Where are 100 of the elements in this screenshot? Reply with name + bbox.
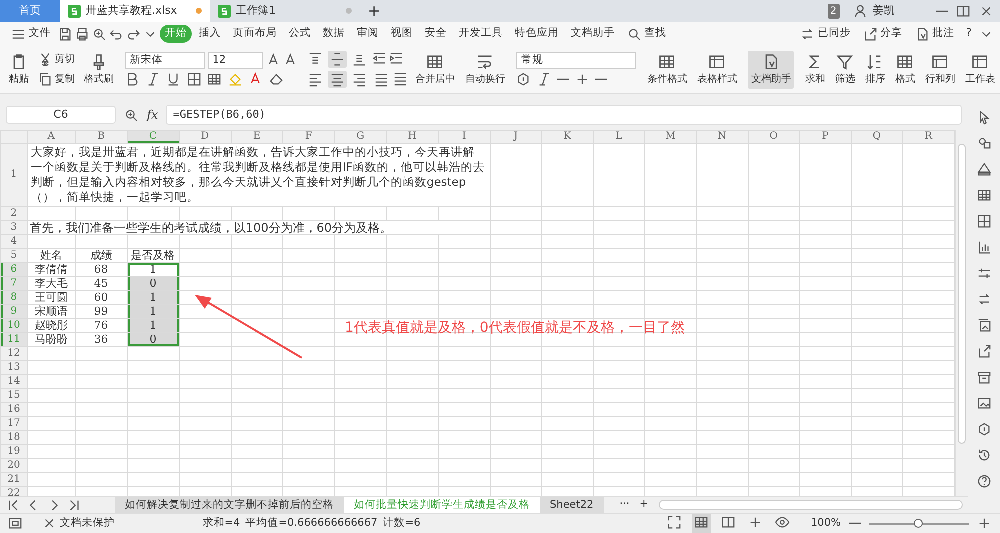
bar-chart-icon	[976, 240, 992, 255]
column-header[interactable]: F	[282, 130, 335, 144]
document-assistant-button[interactable]: 文档助手	[748, 50, 794, 88]
count-text: 计数=6	[383, 516, 421, 531]
sync-button[interactable]: 已同步	[795, 25, 856, 43]
format-painter-button[interactable]: 格式刷	[81, 50, 117, 88]
align-button[interactable]	[328, 51, 347, 68]
menu-tab[interactable]: 页面布局	[228, 25, 282, 43]
table-cell: 99	[75, 304, 128, 318]
conditional-format-button[interactable]: 条件格式	[644, 50, 690, 88]
worksheet-button[interactable]: 工作表	[962, 50, 998, 88]
add-sheet-button[interactable]: +	[634, 496, 654, 514]
sheet-tab[interactable]: 如何解决复制过来的文字删不掉前后的空格	[115, 497, 344, 513]
column-header[interactable]: L	[593, 130, 645, 144]
file-tab[interactable]: 卅蓝共享教程.xlsx	[60, 0, 210, 22]
row-header[interactable]: 1	[0, 144, 28, 206]
align-button[interactable]	[328, 70, 347, 88]
menu-tab[interactable]: 开发工具	[454, 25, 508, 43]
row-header[interactable]: 5	[0, 248, 28, 262]
rows-columns-button[interactable]: 行和列	[922, 50, 958, 88]
zoom-slider-thumb[interactable]	[914, 518, 923, 528]
file-menu[interactable]: 文件	[6, 25, 56, 43]
scrollbar-thumb[interactable]	[958, 144, 966, 444]
share-button[interactable]: 分享	[858, 25, 908, 43]
cut-button[interactable]: 剪切	[36, 51, 77, 68]
font-size-dropdown[interactable]: 12	[208, 52, 263, 70]
menu-tab[interactable]: 视图	[386, 25, 418, 43]
row-header[interactable]: 17	[0, 416, 28, 430]
row-header[interactable]: 12	[0, 346, 28, 360]
column-header[interactable]: N	[696, 130, 748, 144]
column-header[interactable]: Q	[851, 130, 903, 144]
minimize-icon	[936, 10, 948, 12]
column-header[interactable]: M	[644, 130, 697, 144]
help-button[interactable]: ?	[961, 25, 977, 43]
normal-view-icon	[694, 515, 709, 530]
column-header[interactable]: P	[800, 130, 852, 144]
font-dropdown[interactable]: 新宋体	[125, 52, 205, 70]
menu-tab[interactable]: 安全	[420, 25, 452, 43]
hexagon-icon	[976, 422, 992, 437]
new-tab-button[interactable]: +	[360, 0, 389, 22]
align-icon	[352, 72, 367, 87]
row-header[interactable]: 4	[0, 234, 28, 248]
zoom-icon	[124, 108, 139, 122]
name-box[interactable]: C6	[6, 106, 116, 124]
column-header[interactable]: B	[75, 130, 128, 144]
fill-color-icon	[228, 72, 242, 87]
sum-button[interactable]: 求和	[802, 50, 828, 88]
merge-center-button[interactable]: 合并居中	[412, 50, 458, 88]
table-cell: 60	[75, 290, 128, 304]
column-header[interactable]: J	[490, 130, 542, 144]
row-header[interactable]: 15	[0, 388, 28, 402]
table-style-button[interactable]: 表格样式	[694, 50, 740, 88]
column-header[interactable]: O	[748, 130, 800, 144]
sheet-tab[interactable]: 如何批量快速判断学生成绩是否及格	[344, 497, 540, 513]
comment-button[interactable]: 批注	[910, 25, 960, 43]
menu-tab[interactable]: 插入	[194, 25, 226, 43]
column-header[interactable]: D	[179, 130, 232, 144]
row-header[interactable]: 2	[0, 206, 28, 220]
filter-button[interactable]: 筛选	[832, 50, 858, 88]
column-header[interactable]: E	[231, 130, 283, 144]
row-header[interactable]: 13	[0, 360, 28, 374]
distribute-icon	[393, 70, 408, 86]
user-button[interactable]: 姜凯	[845, 0, 903, 22]
menu-tab[interactable]: 特色应用	[510, 25, 564, 43]
number-format-dropdown[interactable]: 常规	[516, 52, 636, 70]
row-header[interactable]: 20	[0, 458, 28, 472]
menu-tab[interactable]: 审阅	[352, 25, 384, 43]
sheet-tab[interactable]: Sheet22	[540, 497, 604, 513]
increase-indent-icon	[389, 51, 404, 66]
row-header[interactable]: 14	[0, 374, 28, 388]
sort-button[interactable]: 排序	[862, 50, 888, 88]
align-icon	[330, 72, 345, 87]
filter-icon	[836, 52, 854, 70]
row-header[interactable]: 19	[0, 444, 28, 458]
function-label[interactable]: fx	[147, 106, 158, 124]
column-header[interactable]: A	[27, 130, 76, 144]
file-tab[interactable]: 工作簿1	[210, 0, 360, 22]
menu-tab[interactable]: 公式	[284, 25, 316, 43]
row-header[interactable]: 21	[0, 472, 28, 486]
wrap-text-button[interactable]: 自动换行	[462, 50, 508, 88]
copy-button[interactable]: 复制	[36, 70, 77, 88]
formula-field[interactable]: =GESTEP(B6,60)	[166, 105, 962, 125]
column-header[interactable]: R	[902, 130, 954, 144]
zoom-level[interactable]: 100%	[810, 516, 841, 532]
column-header[interactable]: K	[542, 130, 594, 144]
more-sheets-button[interactable]: ···	[614, 496, 635, 514]
row-header[interactable]: 3	[0, 220, 28, 234]
horizontal-scrollbar[interactable]	[659, 500, 962, 510]
paste-button[interactable]: 粘贴	[6, 50, 32, 88]
menu-tab[interactable]: 数据	[318, 25, 350, 43]
row-header[interactable]: 16	[0, 402, 28, 416]
column-header[interactable]: H	[386, 130, 438, 144]
search-button[interactable]: 查找	[622, 25, 672, 43]
column-header[interactable]: I	[438, 130, 490, 144]
format-button[interactable]: 格式	[892, 50, 918, 88]
menu-tab[interactable]: 文档助手	[566, 25, 620, 43]
table-cell: 1	[127, 318, 180, 332]
row-header[interactable]: 18	[0, 430, 28, 444]
column-header[interactable]: G	[334, 130, 387, 144]
align-icon	[352, 52, 367, 68]
